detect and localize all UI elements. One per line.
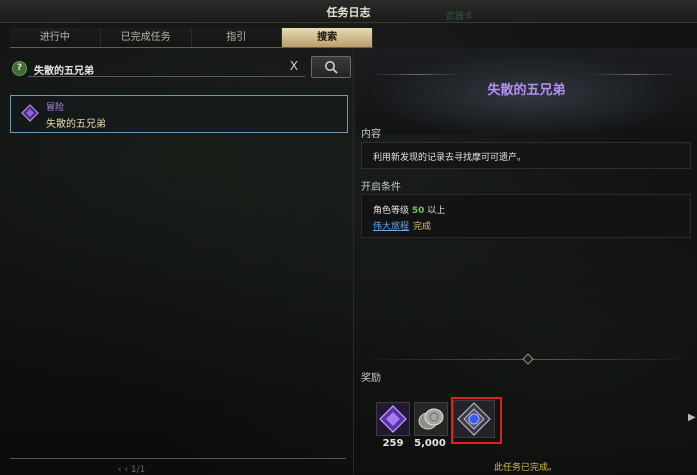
level-requirement: 角色等级 50 以上 bbox=[373, 203, 445, 216]
title-bar: 任务日志 武器卡 bbox=[0, 0, 697, 23]
silver-coin-icon bbox=[415, 403, 447, 435]
quest-title: 失散的五兄弟 bbox=[487, 83, 566, 98]
level-value: 50 bbox=[411, 206, 425, 216]
panel-divider bbox=[353, 48, 354, 474]
header-ornament-left bbox=[372, 74, 462, 75]
next-reward-arrow-icon[interactable]: ▶ bbox=[688, 412, 696, 423]
result-name: 失散的五兄弟 bbox=[46, 119, 106, 130]
help-icon[interactable]: ? bbox=[12, 61, 27, 76]
list-bottom-border bbox=[10, 458, 346, 459]
content-text: 利用新发现的记录去寻找摩可可遗产。 bbox=[373, 153, 527, 163]
quest-complete-text: 此任务已完成。 bbox=[494, 463, 558, 473]
reward-item-gem[interactable] bbox=[376, 402, 410, 436]
prereq-status: 完成 bbox=[413, 222, 432, 232]
prereq-quest-link[interactable]: 伟大旅程 bbox=[373, 222, 409, 232]
tab-guide[interactable]: 指引 bbox=[191, 28, 283, 47]
search-icon bbox=[325, 61, 338, 74]
level-prefix: 角色等级 bbox=[373, 206, 410, 216]
content-label: 内容 bbox=[361, 129, 381, 140]
prerequisite-quest: 伟大旅程 完成 bbox=[373, 219, 431, 232]
level-suffix: 以上 bbox=[427, 206, 446, 216]
adventure-quest-icon bbox=[21, 104, 39, 122]
tab-bar: 进行中 已完成任务 指引 搜索 bbox=[10, 28, 373, 48]
window-title: 任务日志 bbox=[326, 6, 371, 19]
search-button[interactable] bbox=[311, 56, 351, 78]
reward-count-silver: 5,000 bbox=[414, 438, 446, 449]
search-result-item[interactable]: 冒险 失散的五兄弟 bbox=[10, 95, 348, 133]
reward-count-gem: 259 bbox=[382, 438, 404, 449]
background-ghost-text: 武器卡 bbox=[446, 12, 474, 22]
tab-search[interactable]: 搜索 bbox=[282, 28, 373, 47]
tab-completed[interactable]: 已完成任务 bbox=[100, 28, 192, 47]
clear-search-button[interactable]: X bbox=[285, 57, 303, 75]
result-category: 冒险 bbox=[46, 103, 65, 113]
condition-label: 开启条件 bbox=[361, 182, 401, 193]
purple-gem-icon bbox=[377, 403, 409, 435]
tab-in-progress[interactable]: 进行中 bbox=[10, 28, 101, 47]
search-underline bbox=[28, 76, 305, 77]
search-input[interactable]: 失散的五兄弟 bbox=[34, 62, 94, 77]
reward-label: 奖励 bbox=[361, 373, 381, 384]
reward-highlight-box bbox=[451, 397, 502, 444]
header-ornament-right bbox=[590, 74, 680, 75]
reward-item-silver[interactable] bbox=[414, 402, 448, 436]
